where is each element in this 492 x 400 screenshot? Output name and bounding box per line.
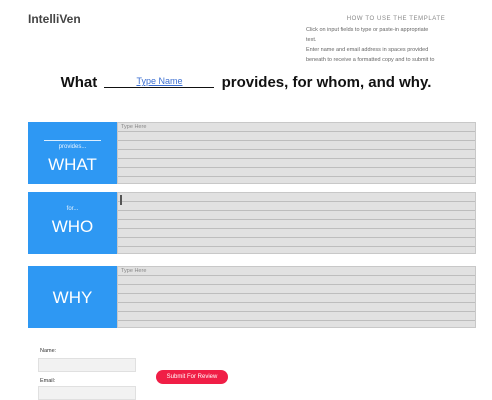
why-big-label: WHY [52, 288, 93, 307]
email-label: Email: [40, 378, 56, 384]
why-placeholder: Type Here [121, 268, 147, 274]
what-big-label: WHAT [48, 155, 97, 174]
who-textarea[interactable] [117, 192, 476, 254]
name-label: Name: [40, 348, 57, 354]
instructions-panel: HOW TO USE THE TEMPLATE Click on input f… [306, 14, 486, 65]
brand-logo: IntelliVen [28, 12, 81, 26]
what-section: provides... WHAT Type Here [28, 122, 476, 184]
instructions-line: text. [306, 37, 317, 43]
instructions-title: HOW TO USE THE TEMPLATE [346, 16, 446, 22]
email-field[interactable] [38, 386, 136, 400]
label-divider [44, 140, 101, 141]
name-field[interactable] [38, 358, 136, 372]
headline-prefix: What [60, 74, 98, 91]
what-textarea[interactable]: Type Here [117, 122, 476, 184]
instructions-line: beneath to receive a formatted copy and … [306, 57, 435, 63]
who-big-label: WHO [51, 217, 94, 236]
text-caret [120, 195, 122, 205]
page-headline: What Type Name provides, for whom, and w… [0, 74, 492, 91]
who-label-block: for... WHO [28, 192, 117, 254]
who-section: for... WHO [28, 192, 476, 254]
what-label-block: provides... WHAT [28, 122, 117, 184]
why-label-block: WHY [28, 266, 117, 328]
why-textarea[interactable]: Type Here [117, 266, 476, 328]
company-name-input[interactable]: Type Name [104, 75, 215, 88]
submit-button[interactable]: Submit For Review [156, 370, 228, 384]
instructions-line: Enter name and email address in spaces p… [306, 47, 429, 53]
headline-suffix: provides, for whom, and why. [221, 74, 432, 91]
what-placeholder: Type Here [121, 124, 147, 130]
why-section: WHY Type Here [28, 266, 476, 328]
what-small-label: provides... [58, 144, 87, 150]
who-small-label: for... [66, 206, 79, 212]
instructions-line: Click on input fields to type or paste-i… [306, 27, 429, 33]
